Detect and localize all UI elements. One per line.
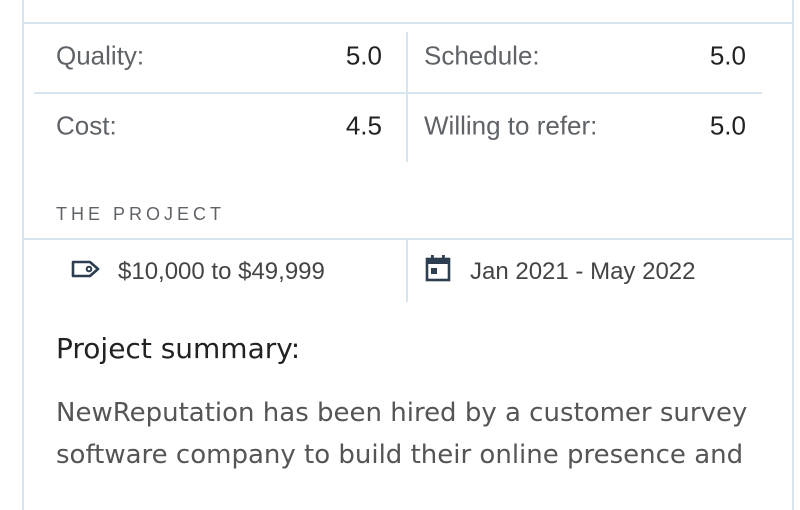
schedule-label: Schedule: (424, 40, 540, 71)
calendar-icon (425, 254, 451, 287)
summary-text: NewReputation has been hired by a custom… (56, 392, 756, 476)
rating-row-2: Cost: 4.5 Willing to refer: 5.0 (0, 92, 800, 160)
summary-line: NewReputation has been hired by a custom… (56, 398, 748, 428)
quality-label: Quality: (56, 40, 145, 71)
summary-line: software company to build their online p… (56, 440, 744, 470)
tag-icon (70, 258, 102, 285)
schedule-value: 5.0 (709, 40, 746, 71)
cost-label: Cost: (56, 110, 117, 141)
section-title: THE PROJECT (56, 204, 226, 224)
project-dates: Jan 2021 - May 2022 (470, 258, 696, 285)
quality-value: 5.0 (345, 40, 382, 71)
rating-row-1: Quality: 5.0 Schedule: 5.0 (0, 22, 800, 90)
willing-to-refer-value: 5.0 (709, 110, 746, 141)
divider (406, 240, 408, 302)
divider (22, 238, 794, 240)
cost-value: 4.5 (345, 110, 382, 141)
summary-title: Project summary: (56, 332, 301, 365)
willing-to-refer-label: Willing to refer: (424, 110, 598, 141)
project-budget: $10,000 to $49,999 (118, 258, 325, 285)
